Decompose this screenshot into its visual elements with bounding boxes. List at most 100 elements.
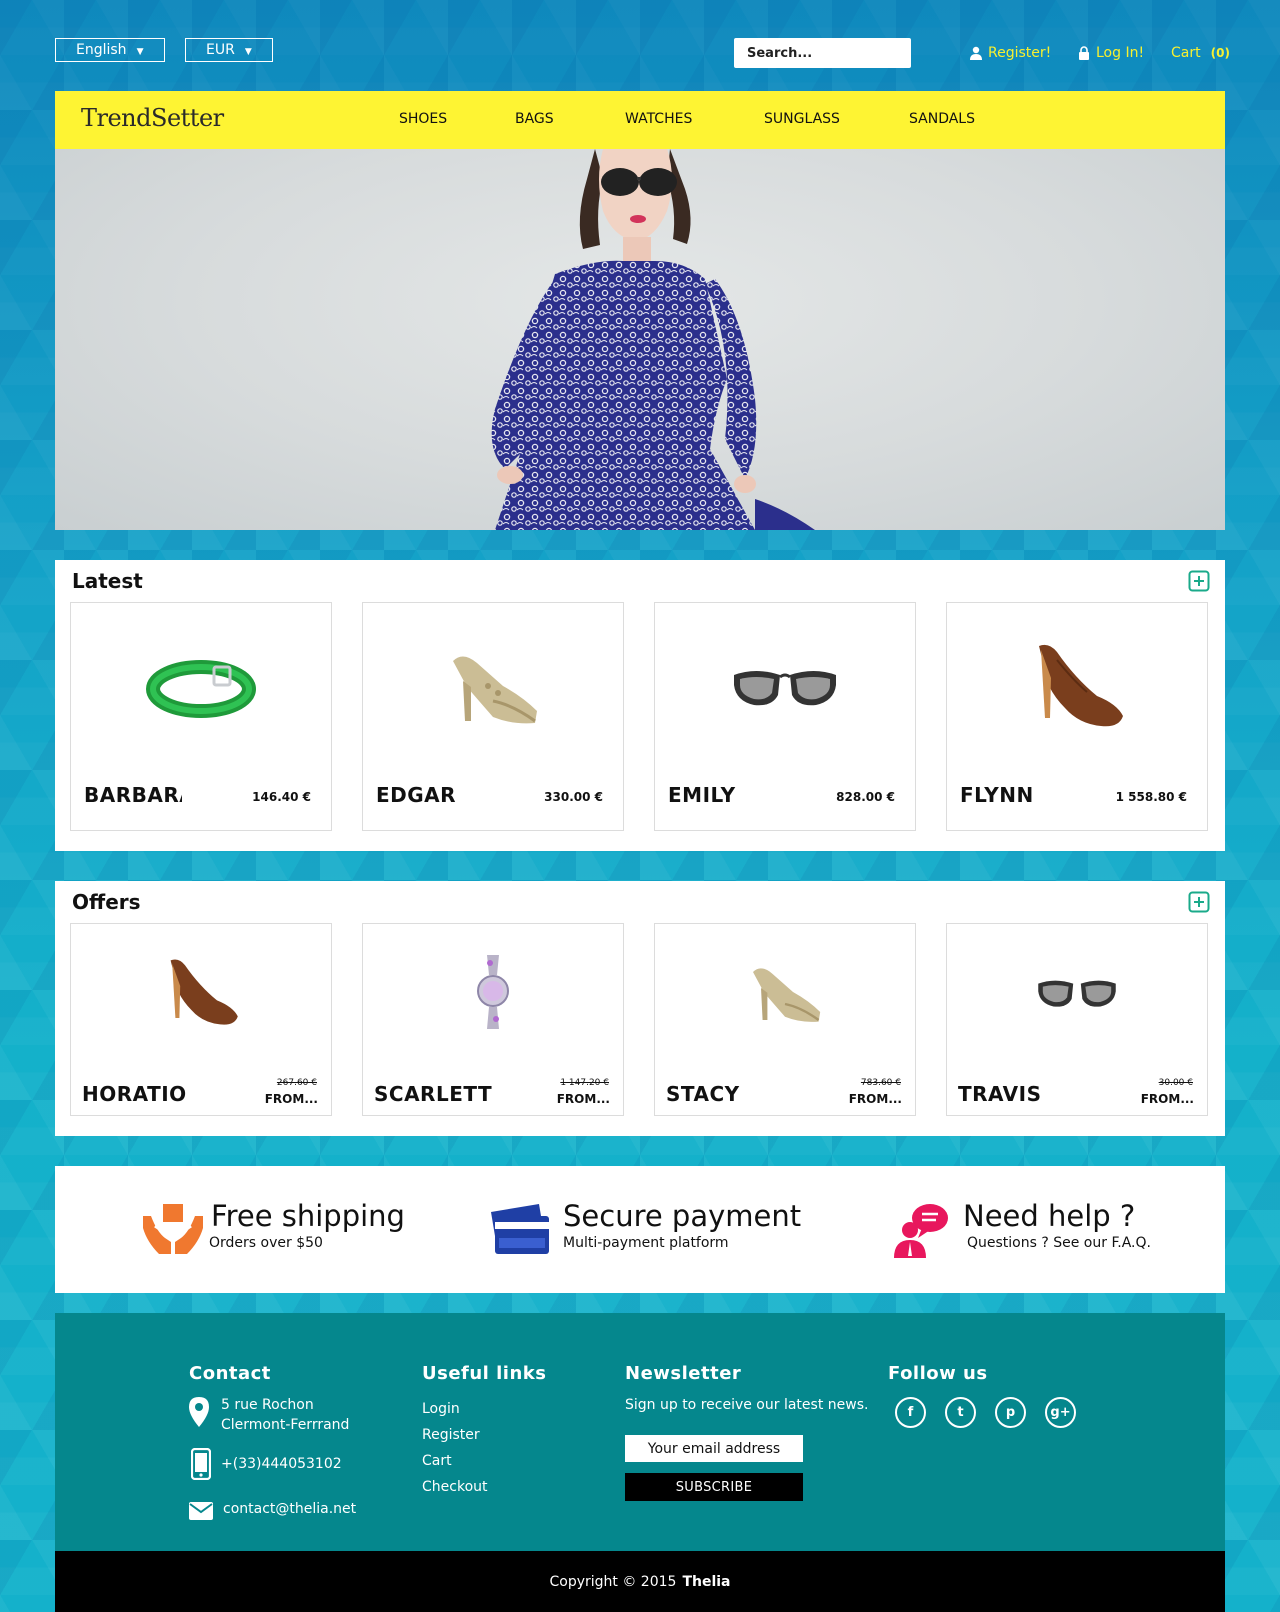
map-pin-icon — [189, 1397, 209, 1427]
hero-model-image — [491, 149, 815, 530]
feature-secure-payment: Secure payment Multi-payment platform — [563, 1199, 801, 1251]
login-label: Log In! — [1096, 45, 1145, 61]
product-name[interactable]: TRAVIS — [958, 1082, 1118, 1106]
product-image[interactable] — [71, 603, 331, 768]
footer: Contact 5 rue Rochon Clermont-Ferrrand +… — [55, 1313, 1225, 1551]
section-title: Offers — [72, 890, 141, 914]
support-chat-icon — [894, 1204, 948, 1258]
currency-value: EUR — [206, 42, 235, 58]
beige-sandal-image — [753, 967, 821, 1022]
nav-shoes[interactable]: SHOES — [399, 111, 447, 127]
chevron-down-icon: ▼ — [136, 46, 144, 57]
currency-select[interactable]: EUR ▼ — [185, 38, 273, 62]
old-price: 30.00 € — [1158, 1078, 1193, 1088]
expand-plus-icon[interactable] — [1188, 570, 1210, 592]
language-select[interactable]: English ▼ — [55, 38, 165, 62]
nav-watches[interactable]: WATCHES — [625, 111, 692, 127]
product-card[interactable]: EDGAR 330.00 € — [362, 602, 624, 831]
contact-email[interactable]: contact@thelia.net — [223, 1499, 356, 1519]
product-card[interactable]: BARBARA 146.40 € — [70, 602, 332, 831]
envelope-icon — [189, 1502, 213, 1520]
feature-title: Free shipping — [211, 1199, 405, 1233]
product-card[interactable]: SCARLETT 1 147.20 € FROM... — [362, 923, 624, 1116]
search-input[interactable] — [734, 38, 911, 68]
product-name[interactable]: HORATIO — [82, 1082, 242, 1106]
product-image[interactable] — [363, 603, 623, 768]
feature-free-shipping: Free shipping Orders over $50 — [209, 1199, 405, 1251]
feature-title: Need help ? — [963, 1199, 1136, 1233]
cart-link[interactable]: Cart (0) — [1171, 45, 1230, 61]
nav-bags[interactable]: BAGS — [515, 111, 554, 127]
product-image[interactable] — [363, 924, 623, 1059]
product-card[interactable]: EMILY 828.00 € — [654, 602, 916, 831]
product-price: 1 558.80 € — [1115, 790, 1187, 804]
newsletter-email-input[interactable] — [625, 1435, 803, 1462]
pinterest-icon[interactable]: p — [995, 1397, 1026, 1428]
language-value: English — [76, 42, 127, 58]
from-price-label: FROM... — [848, 1092, 902, 1106]
hands-box-icon — [143, 1204, 203, 1254]
google-plus-icon[interactable]: g+ — [1045, 1397, 1076, 1428]
product-image[interactable] — [947, 603, 1207, 768]
product-card[interactable]: STACY 783.60 € FROM... — [654, 923, 916, 1116]
footer-link-login[interactable]: Login — [422, 1401, 460, 1417]
product-image[interactable] — [71, 924, 331, 1059]
product-price: 146.40 € — [252, 790, 311, 804]
sunglasses-image — [1038, 980, 1116, 1007]
features-band: Free shipping Orders over $50 Secure pay… — [55, 1166, 1225, 1293]
product-price: 330.00 € — [544, 790, 603, 804]
from-price-label: FROM... — [556, 1092, 610, 1106]
credit-card-icon — [491, 1204, 549, 1254]
mobile-phone-icon — [191, 1448, 211, 1480]
product-name[interactable]: FLYNN — [960, 783, 1058, 807]
contact-phone: +(33)444053102 — [221, 1456, 342, 1472]
newsletter-text: Sign up to receive our latest news. — [625, 1397, 869, 1413]
feature-need-help: Need help ? Questions ? See our F.A.Q. — [963, 1199, 1151, 1251]
product-image[interactable] — [655, 603, 915, 768]
main-header: TrendSetter SHOES BAGS WATCHES SUNGLASS … — [55, 91, 1225, 149]
old-price: 267.60 € — [276, 1078, 317, 1088]
tumblr-icon[interactable]: t — [945, 1397, 976, 1428]
product-card[interactable]: HORATIO 267.60 € FROM... — [70, 923, 332, 1116]
product-name[interactable]: EDGAR — [376, 783, 474, 807]
section-title: Latest — [72, 569, 143, 593]
product-image[interactable] — [947, 924, 1207, 1059]
feature-subtitle: Questions ? See our F.A.Q. — [967, 1235, 1151, 1251]
address-line-1: 5 rue Rochon — [221, 1397, 314, 1413]
nav-sunglass[interactable]: SUNGLASS — [764, 111, 840, 127]
hero-banner[interactable] — [55, 149, 1225, 530]
product-name[interactable]: SCARLETT — [374, 1082, 534, 1106]
product-price: 828.00 € — [836, 790, 895, 804]
facebook-icon[interactable]: f — [895, 1397, 926, 1428]
copyright-brand[interactable]: Thelia — [682, 1574, 730, 1590]
copyright-bar: Copyright © 2015 Thelia — [55, 1551, 1225, 1612]
login-link[interactable]: Log In! — [1078, 45, 1144, 61]
product-card[interactable]: TRAVIS 30.00 € FROM... — [946, 923, 1208, 1116]
offers-section: Offers HORATIO 267.60 € FROM... SCARLETT — [55, 881, 1225, 1136]
cart-label: Cart — [1171, 45, 1201, 61]
latest-section: Latest BARBARA 146.40 € EDGAR 330.00 € — [55, 560, 1225, 851]
product-card[interactable]: FLYNN 1 558.80 € — [946, 602, 1208, 831]
sunglasses-image — [734, 670, 836, 705]
product-name[interactable]: STACY — [666, 1082, 826, 1106]
footer-link-register[interactable]: Register — [422, 1427, 480, 1443]
subscribe-button[interactable]: SUBSCRIBE — [625, 1473, 803, 1501]
product-name[interactable]: EMILY — [668, 783, 766, 807]
address-line-2: Clermont-Ferrrand — [221, 1417, 350, 1433]
nav-sandals[interactable]: SANDALS — [909, 111, 975, 127]
footer-heading-links: Useful links — [422, 1363, 547, 1384]
register-link[interactable]: Register! — [970, 45, 1051, 61]
product-image[interactable] — [655, 924, 915, 1059]
old-price: 783.60 € — [860, 1078, 901, 1088]
brown-pump-image — [1039, 644, 1123, 727]
brown-pump-image — [170, 958, 238, 1025]
copyright-text: Copyright © 2015 — [549, 1573, 677, 1590]
footer-link-cart[interactable]: Cart — [422, 1453, 452, 1469]
feature-title: Secure payment — [563, 1199, 802, 1233]
product-name[interactable]: BARBARA — [84, 783, 182, 807]
contact-address: 5 rue Rochon Clermont-Ferrrand — [221, 1395, 349, 1435]
footer-link-checkout[interactable]: Checkout — [422, 1479, 488, 1495]
logo[interactable]: TrendSetter — [81, 104, 224, 132]
footer-heading-newsletter: Newsletter — [625, 1363, 742, 1384]
expand-plus-icon[interactable] — [1188, 891, 1210, 913]
